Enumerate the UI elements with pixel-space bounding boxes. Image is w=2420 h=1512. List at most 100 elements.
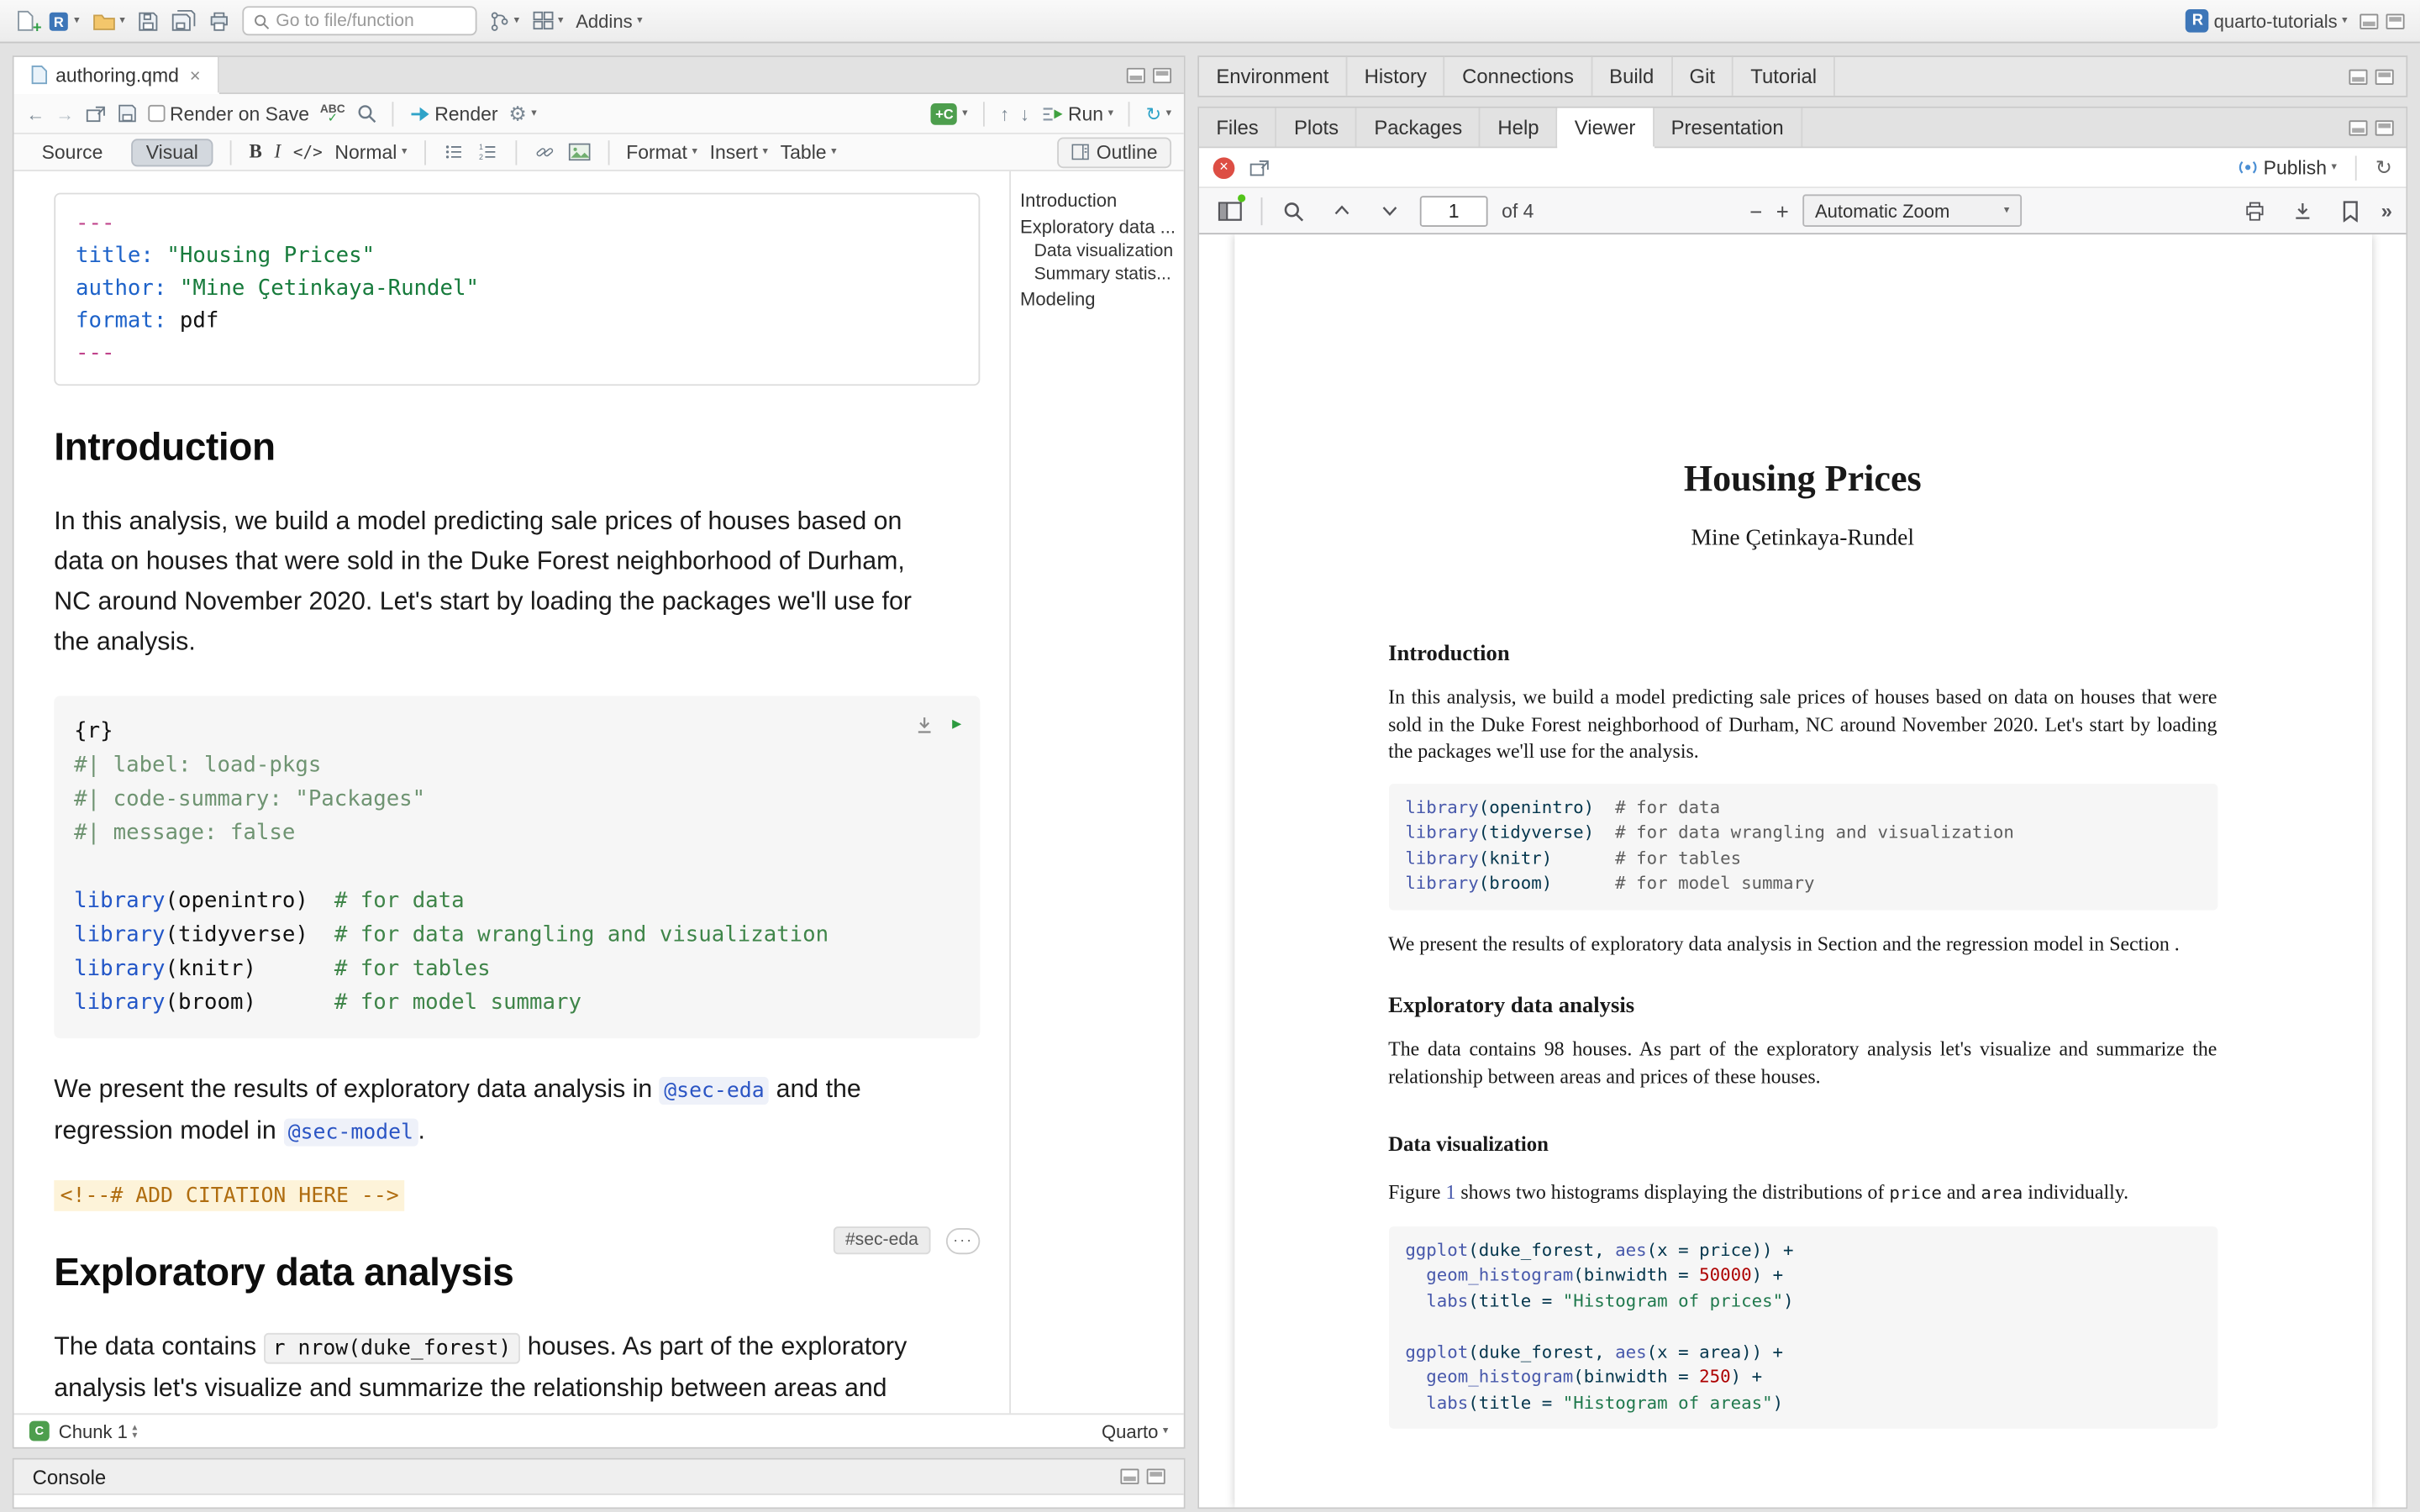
popout-button[interactable] — [85, 104, 107, 123]
maximize-pane-button[interactable] — [2375, 69, 2394, 84]
version-control-button[interactable]: ▾ — [489, 10, 519, 32]
outline-toggle-button[interactable]: Outline — [1058, 137, 1171, 168]
pdf-page-number-input[interactable] — [1420, 195, 1488, 226]
clear-viewer-button[interactable]: × — [1213, 156, 1235, 178]
tab-viewer[interactable]: Viewer — [1558, 108, 1655, 147]
visual-editor-surface[interactable]: ---title: "Housing Prices"author: "Mine … — [14, 171, 1010, 1414]
pdf-zoom-in-button[interactable]: + — [1776, 198, 1789, 223]
html-comment-citation[interactable]: <!--# ADD CITATION HERE --> — [54, 1180, 405, 1211]
save-all-button[interactable] — [171, 9, 196, 33]
crossref-sec-model[interactable]: @sec-model — [283, 1119, 418, 1147]
save-doc-button[interactable] — [118, 103, 138, 123]
go-previous-section-button[interactable]: ↑ — [1000, 102, 1009, 124]
minimize-pane-button[interactable] — [1120, 1469, 1139, 1484]
italic-button[interactable]: I — [275, 140, 281, 164]
visual-mode-button[interactable]: Visual — [130, 138, 213, 165]
bullet-list-button[interactable] — [443, 142, 465, 162]
chunk-navigator[interactable]: Chunk 1 ▴▾ — [59, 1420, 138, 1442]
back-button[interactable]: ← — [26, 102, 45, 124]
inline-code-button[interactable]: </> — [293, 143, 323, 161]
forward-button[interactable]: → — [55, 102, 74, 124]
tab-connections[interactable]: Connections — [1445, 57, 1592, 96]
run-chunk-button[interactable]: ▶ — [952, 708, 961, 742]
minimize-pane-button[interactable] — [1127, 67, 1145, 82]
pdf-print-button[interactable] — [2238, 194, 2271, 228]
pdf-previous-page-button[interactable] — [1324, 194, 1358, 228]
block-format-select[interactable]: Normal ▾ — [334, 141, 407, 163]
render-settings-button[interactable]: ⚙ ▾ — [508, 101, 536, 125]
project-menu[interactable]: R quarto-tutorials ▾ — [2186, 9, 2348, 33]
render-on-save-checkbox[interactable]: Render on Save — [148, 102, 309, 124]
outline-item-summary-statistics[interactable]: Summary statis... — [1020, 262, 1177, 286]
maximize-window-button[interactable] — [2386, 13, 2405, 29]
doc-type-selector[interactable]: Quarto ▾ — [1102, 1420, 1168, 1442]
code-chunk-load-pkgs[interactable]: ▶ {r}#| label: load-pkgs#| code-summary:… — [54, 696, 980, 1038]
tab-build[interactable]: Build — [1592, 57, 1672, 96]
insert-image-button[interactable] — [567, 142, 591, 162]
tab-plots[interactable]: Plots — [1277, 108, 1357, 147]
save-button[interactable] — [138, 10, 160, 32]
minimize-pane-button[interactable] — [2349, 69, 2367, 84]
bold-button[interactable]: B — [250, 140, 262, 164]
chunk-stepper[interactable]: ▴▾ — [132, 1423, 137, 1438]
workspace-panes-button[interactable]: ▾ — [532, 11, 564, 31]
tab-environment[interactable]: Environment — [1199, 57, 1347, 96]
pdf-sidebar-toggle[interactable] — [1213, 194, 1247, 228]
goto-file-search[interactable] — [242, 6, 476, 35]
run-button[interactable]: Run ▾ — [1040, 102, 1113, 124]
run-chunks-above-button[interactable] — [915, 716, 934, 734]
outline-item-data-visualization[interactable]: Data visualization — [1020, 239, 1177, 263]
tab-history[interactable]: History — [1347, 57, 1445, 96]
minimize-window-button[interactable] — [2360, 13, 2378, 29]
pdf-figure-link[interactable]: 1 — [1445, 1180, 1455, 1204]
section-id-badge[interactable]: #sec-eda — [833, 1226, 930, 1254]
source-mode-button[interactable]: Source — [26, 138, 118, 165]
yaml-metadata-block[interactable]: ---title: "Housing Prices"author: "Mine … — [54, 193, 980, 386]
publish-button[interactable]: Publish ▾ — [2236, 156, 2337, 180]
outline-item-eda[interactable]: Exploratory data ... — [1020, 213, 1177, 239]
pdf-more-tools-button[interactable]: » — [2381, 199, 2392, 223]
insert-link-button[interactable] — [534, 142, 555, 162]
pdf-viewport[interactable]: Housing Prices Mine Çetinkaya-Rundel Int… — [1199, 234, 2406, 1507]
maximize-pane-button[interactable] — [1147, 1469, 1165, 1484]
inline-r-code[interactable]: r nrow(duke_forest) — [264, 1333, 521, 1364]
tab-tutorial[interactable]: Tutorial — [1733, 57, 1835, 96]
viewer-popout-button[interactable] — [1249, 158, 1270, 176]
format-menu[interactable]: Format▾ — [626, 141, 697, 163]
table-menu[interactable]: Table▾ — [781, 141, 837, 163]
section-options-button[interactable]: ··· — [946, 1227, 980, 1253]
tab-git[interactable]: Git — [1672, 57, 1733, 96]
maximize-pane-button[interactable] — [1153, 67, 1171, 82]
find-replace-button[interactable] — [356, 103, 376, 123]
addins-menu[interactable]: Addins ▾ — [576, 10, 642, 32]
close-tab-icon[interactable]: × — [190, 64, 201, 86]
tab-authoring-qmd[interactable]: authoring.qmd × — [14, 57, 219, 92]
refresh-viewer-button[interactable]: ↻ — [2375, 155, 2392, 180]
outline-item-introduction[interactable]: Introduction — [1020, 186, 1177, 213]
rerun-button[interactable]: ↻ ▾ — [1146, 102, 1171, 124]
tab-presentation[interactable]: Presentation — [1654, 108, 1802, 147]
minimize-pane-button[interactable] — [2349, 119, 2367, 134]
pdf-next-page-button[interactable] — [1372, 194, 1406, 228]
insert-chunk-button[interactable]: +C ▾ — [931, 102, 967, 124]
new-project-button[interactable]: R ▾ — [48, 10, 80, 32]
go-next-section-button[interactable]: ↓ — [1020, 102, 1029, 124]
tab-packages[interactable]: Packages — [1357, 108, 1481, 147]
open-file-button[interactable]: ▾ — [92, 12, 125, 30]
pdf-find-button[interactable] — [1276, 194, 1310, 228]
tab-files[interactable]: Files — [1199, 108, 1277, 147]
new-file-button[interactable]: + — [15, 9, 35, 33]
pdf-download-button[interactable] — [2286, 194, 2319, 228]
pdf-bookmark-button[interactable] — [2333, 194, 2367, 228]
render-button[interactable]: Render — [408, 102, 498, 124]
outline-item-modeling[interactable]: Modeling — [1020, 286, 1177, 312]
tab-help[interactable]: Help — [1481, 108, 1557, 147]
pdf-zoom-out-button[interactable]: − — [1749, 198, 1762, 223]
print-button[interactable] — [208, 10, 230, 32]
insert-menu[interactable]: Insert▾ — [710, 141, 768, 163]
goto-file-input[interactable] — [276, 12, 466, 30]
maximize-pane-button[interactable] — [2375, 119, 2394, 134]
pdf-zoom-select[interactable]: Automatic Zoom ▾ — [1802, 194, 2022, 227]
crossref-sec-eda[interactable]: @sec-eda — [660, 1077, 769, 1105]
spellcheck-button[interactable]: ABC✓ — [320, 104, 345, 123]
